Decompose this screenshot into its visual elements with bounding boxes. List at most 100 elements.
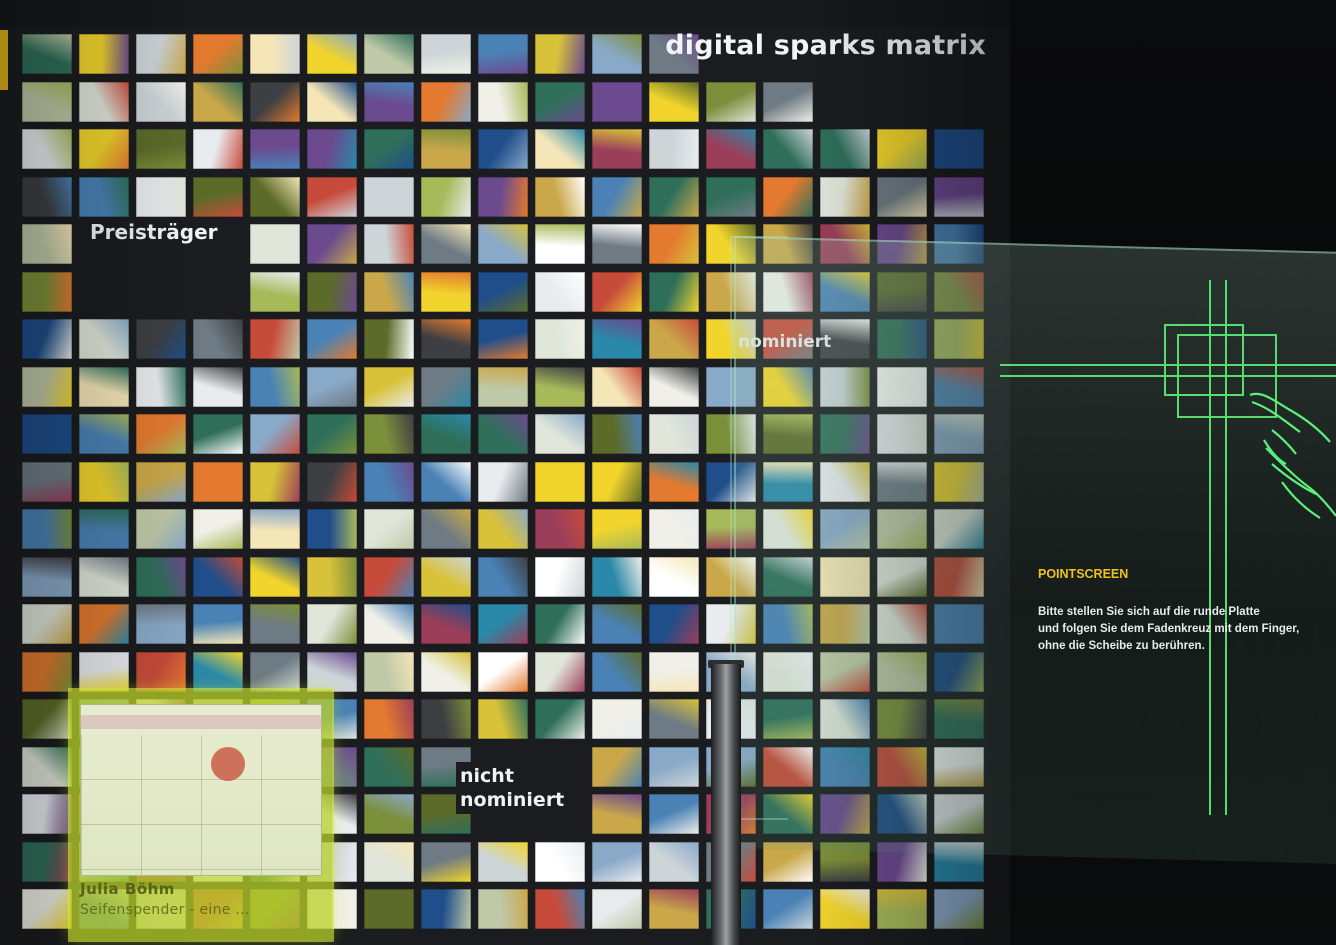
thumbnail-tile[interactable] [649, 889, 699, 929]
thumbnail-tile[interactable] [649, 841, 699, 882]
thumbnail-tile[interactable] [79, 319, 129, 359]
thumbnail-tile[interactable] [706, 176, 756, 217]
thumbnail-tile[interactable] [307, 604, 357, 644]
thumbnail-tile[interactable] [592, 841, 642, 882]
thumbnail-tile[interactable] [421, 509, 471, 549]
thumbnail-tile[interactable] [136, 129, 186, 169]
thumbnail-tile[interactable] [934, 129, 984, 169]
thumbnail-tile[interactable] [250, 651, 300, 692]
thumbnail-tile[interactable] [22, 841, 72, 882]
thumbnail-tile[interactable] [307, 34, 357, 74]
thumbnail-tile[interactable] [649, 271, 699, 312]
thumbnail-tile[interactable] [592, 319, 642, 359]
thumbnail-tile[interactable] [649, 414, 699, 454]
thumbnail-tile[interactable] [478, 319, 528, 359]
thumbnail-tile[interactable] [592, 746, 642, 787]
thumbnail-tile[interactable] [592, 366, 642, 407]
thumbnail-tile[interactable] [307, 176, 357, 217]
thumbnail-tile[interactable] [250, 319, 300, 359]
thumbnail-tile[interactable] [364, 794, 414, 834]
thumbnail-tile[interactable] [22, 699, 72, 739]
thumbnail-tile[interactable] [535, 81, 585, 122]
thumbnail-tile[interactable] [421, 556, 471, 597]
thumbnail-tile[interactable] [649, 461, 699, 502]
thumbnail-tile[interactable] [535, 841, 585, 882]
thumbnail-tile[interactable] [478, 129, 528, 169]
thumbnail-tile[interactable] [592, 651, 642, 692]
thumbnail-tile[interactable] [421, 414, 471, 454]
thumbnail-tile[interactable] [592, 81, 642, 122]
thumbnail-tile[interactable] [535, 461, 585, 502]
thumbnail-tile[interactable] [649, 556, 699, 597]
thumbnail-tile[interactable] [364, 81, 414, 122]
thumbnail-tile[interactable] [364, 414, 414, 454]
thumbnail-tile[interactable] [706, 129, 756, 169]
thumbnail-tile[interactable] [649, 604, 699, 644]
thumbnail-tile[interactable] [649, 366, 699, 407]
thumbnail-tile[interactable] [592, 176, 642, 217]
thumbnail-tile[interactable] [193, 604, 243, 644]
thumbnail-tile[interactable] [193, 556, 243, 597]
thumbnail-tile[interactable] [250, 224, 300, 264]
thumbnail-tile[interactable] [535, 509, 585, 549]
thumbnail-tile[interactable] [535, 129, 585, 169]
thumbnail-tile[interactable] [22, 271, 72, 312]
thumbnail-tile[interactable] [136, 81, 186, 122]
thumbnail-tile[interactable] [79, 651, 129, 692]
thumbnail-tile[interactable] [307, 366, 357, 407]
thumbnail-tile[interactable] [79, 509, 129, 549]
thumbnail-tile[interactable] [421, 461, 471, 502]
thumbnail-tile[interactable] [478, 604, 528, 644]
thumbnail-tile[interactable] [79, 366, 129, 407]
thumbnail-tile[interactable] [22, 509, 72, 549]
thumbnail-tile[interactable] [421, 34, 471, 74]
thumbnail-tile[interactable] [649, 651, 699, 692]
thumbnail-tile[interactable] [478, 841, 528, 882]
thumbnail-tile[interactable] [22, 176, 72, 217]
thumbnail-tile[interactable] [478, 699, 528, 739]
thumbnail-tile[interactable] [193, 81, 243, 122]
thumbnail-tile[interactable] [535, 366, 585, 407]
thumbnail-tile[interactable] [136, 414, 186, 454]
thumbnail-tile[interactable] [79, 604, 129, 644]
thumbnail-tile[interactable] [250, 81, 300, 122]
thumbnail-tile[interactable] [307, 414, 357, 454]
thumbnail-tile[interactable] [22, 81, 72, 122]
thumbnail-tile[interactable] [820, 176, 870, 217]
thumbnail-tile[interactable] [535, 224, 585, 264]
thumbnail-tile[interactable] [79, 34, 129, 74]
thumbnail-tile[interactable] [250, 34, 300, 74]
thumbnail-tile[interactable] [22, 746, 72, 787]
thumbnail-tile[interactable] [535, 651, 585, 692]
thumbnail-tile[interactable] [592, 414, 642, 454]
thumbnail-tile[interactable] [421, 224, 471, 264]
thumbnail-tile[interactable] [820, 889, 870, 929]
thumbnail-tile[interactable] [22, 224, 72, 264]
thumbnail-tile[interactable] [250, 509, 300, 549]
thumbnail-tile[interactable] [307, 81, 357, 122]
thumbnail-tile[interactable] [307, 224, 357, 264]
thumbnail-tile[interactable] [136, 556, 186, 597]
thumbnail-tile[interactable] [535, 699, 585, 739]
thumbnail-tile[interactable] [136, 366, 186, 407]
thumbnail-tile[interactable] [364, 841, 414, 882]
thumbnail-tile[interactable] [649, 176, 699, 217]
thumbnail-tile[interactable] [649, 224, 699, 264]
thumbnail-tile[interactable] [592, 604, 642, 644]
thumbnail-tile[interactable] [307, 271, 357, 312]
thumbnail-tile[interactable] [535, 319, 585, 359]
thumbnail-tile[interactable] [250, 366, 300, 407]
thumbnail-tile[interactable] [136, 319, 186, 359]
thumbnail-tile[interactable] [22, 604, 72, 644]
thumbnail-tile[interactable] [250, 414, 300, 454]
thumbnail-tile[interactable] [307, 556, 357, 597]
thumbnail-tile[interactable] [535, 556, 585, 597]
thumbnail-tile[interactable] [421, 176, 471, 217]
thumbnail-tile[interactable] [535, 604, 585, 644]
thumbnail-tile[interactable] [22, 366, 72, 407]
thumbnail-tile[interactable] [592, 34, 642, 74]
thumbnail-tile[interactable] [250, 461, 300, 502]
thumbnail-tile[interactable] [421, 81, 471, 122]
thumbnail-tile[interactable] [79, 176, 129, 217]
thumbnail-tile[interactable] [535, 34, 585, 74]
